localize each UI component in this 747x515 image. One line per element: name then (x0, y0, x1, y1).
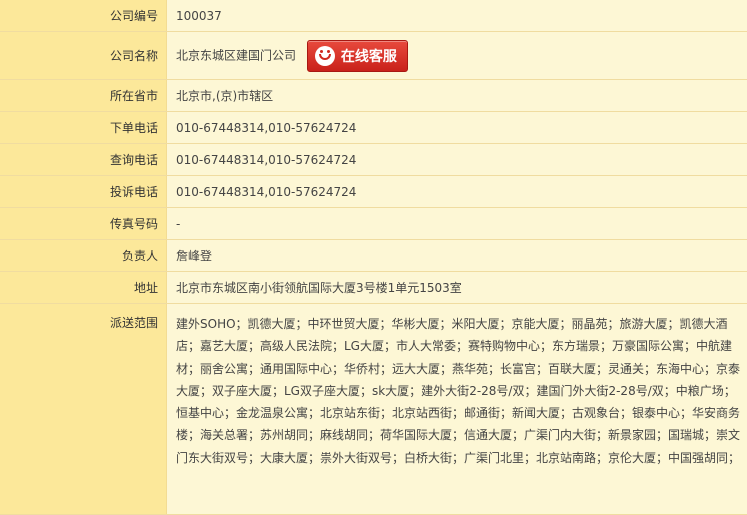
value-complaint-phone: 010-67448314,010-57624724 (167, 176, 747, 208)
label-complaint-phone: 投诉电话 (0, 176, 167, 208)
value-company-name: 北京东城区建国门公司 (176, 48, 296, 62)
label-manager: 负责人 (0, 240, 167, 272)
value-fax: - (167, 208, 747, 240)
label-company-id: 公司编号 (0, 0, 167, 32)
row-company-name: 公司名称 北京东城区建国门公司 在线客服 (0, 32, 747, 80)
value-inquiry-phone: 010-67448314,010-57624724 (167, 144, 747, 176)
label-fax: 传真号码 (0, 208, 167, 240)
value-location: 北京市,(京)市辖区 (167, 80, 747, 112)
value-order-phone: 010-67448314,010-57624724 (167, 112, 747, 144)
label-inquiry-phone: 查询电话 (0, 144, 167, 176)
row-fax: 传真号码 - (0, 208, 747, 240)
online-service-label: 在线客服 (341, 46, 397, 66)
online-service-button[interactable]: 在线客服 (307, 40, 408, 72)
value-company-name-cell: 北京东城区建国门公司 在线客服 (167, 32, 747, 80)
smiley-icon (315, 46, 335, 66)
row-inquiry-phone: 查询电话 010-67448314,010-57624724 (0, 144, 747, 176)
label-delivery-area: 派送范围 (0, 304, 167, 515)
row-address: 地址 北京市东城区南小街领航国际大厦3号楼1单元1503室 (0, 272, 747, 304)
row-order-phone: 下单电话 010-67448314,010-57624724 (0, 112, 747, 144)
label-company-name: 公司名称 (0, 32, 167, 80)
row-company-id: 公司编号 100037 (0, 0, 747, 32)
row-delivery-area: 派送范围 建外SOHO；凯德大厦；中环世贸大厦；华彬大厦；米阳大厦；京能大厦；丽… (0, 304, 747, 515)
label-address: 地址 (0, 272, 167, 304)
row-location: 所在省市 北京市,(京)市辖区 (0, 80, 747, 112)
value-delivery-area: 建外SOHO；凯德大厦；中环世贸大厦；华彬大厦；米阳大厦；京能大厦；丽晶苑；旅游… (167, 304, 747, 515)
value-address: 北京市东城区南小街领航国际大厦3号楼1单元1503室 (167, 272, 747, 304)
row-complaint-phone: 投诉电话 010-67448314,010-57624724 (0, 176, 747, 208)
row-manager: 负责人 詹峰登 (0, 240, 747, 272)
value-manager: 詹峰登 (167, 240, 747, 272)
company-info-table: 公司编号 100037 公司名称 北京东城区建国门公司 在线客服 所在省市 北京… (0, 0, 747, 515)
value-company-id: 100037 (167, 0, 747, 32)
label-location: 所在省市 (0, 80, 167, 112)
label-order-phone: 下单电话 (0, 112, 167, 144)
